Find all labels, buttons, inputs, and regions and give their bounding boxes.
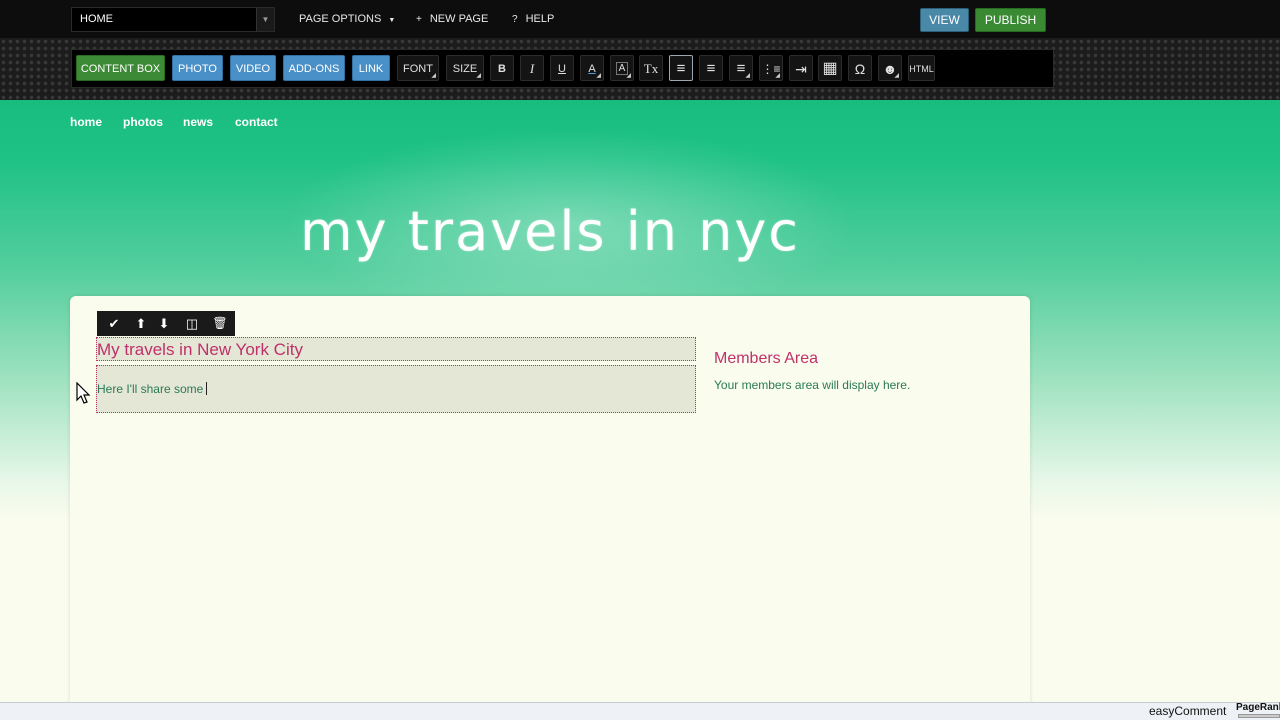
bullet-list-icon[interactable]: ⋮≡ ◢ xyxy=(759,55,783,81)
text-color-icon[interactable]: A ◢ xyxy=(580,55,604,81)
pagerank-bar xyxy=(1238,714,1280,718)
view-button[interactable]: VIEW xyxy=(920,8,969,32)
content-box-button[interactable]: CONTENT BOX xyxy=(76,55,165,81)
page-select[interactable]: HOME ▼ xyxy=(71,7,275,32)
font-label: FONT xyxy=(403,63,433,75)
paragraph-text: Here I'll share some xyxy=(97,382,204,396)
nav-news[interactable]: news xyxy=(183,115,213,129)
align-left-icon[interactable]: ≡ xyxy=(669,55,693,81)
size-dropdown[interactable]: SIZE ◢ xyxy=(446,55,484,81)
new-page-label: NEW PAGE xyxy=(429,13,489,25)
video-button[interactable]: VIDEO xyxy=(230,55,276,81)
emoticon-icon[interactable]: ☻ ◢ xyxy=(878,55,902,81)
move-up-icon[interactable]: ⬆ xyxy=(131,315,151,332)
publish-button[interactable]: PUBLISH xyxy=(975,8,1046,32)
page-options-label: PAGE OPTIONS xyxy=(299,13,382,25)
plus-icon: + xyxy=(416,14,422,25)
underline-icon[interactable]: U xyxy=(550,55,574,81)
table-icon[interactable]: ▦ xyxy=(818,55,842,81)
caret-icon: ◢ xyxy=(596,73,601,79)
page-select-value: HOME xyxy=(80,13,113,25)
trash-icon[interactable]: 🗑 xyxy=(210,315,230,332)
align-right-icon[interactable]: ≡ ◢ xyxy=(729,55,753,81)
browser-status-bar xyxy=(0,702,1280,720)
mouse-pointer-icon xyxy=(76,382,91,404)
question-icon: ? xyxy=(512,14,518,25)
font-dropdown[interactable]: FONT ◢ xyxy=(397,55,439,81)
italic-icon[interactable]: I xyxy=(520,55,544,81)
photo-button[interactable]: PHOTO xyxy=(172,55,223,81)
caret-icon: ◢ xyxy=(745,73,750,79)
text-color-label: A xyxy=(588,63,596,75)
nav-home[interactable]: home xyxy=(70,115,102,129)
page-options-menu[interactable]: PAGE OPTIONS ▼ xyxy=(299,13,395,25)
nav-contact[interactable]: contact xyxy=(235,115,278,129)
caret-icon: ◢ xyxy=(431,73,436,79)
align-center-icon[interactable]: ≡ xyxy=(699,55,723,81)
clear-format-icon[interactable]: Tx xyxy=(639,55,663,81)
chevron-down-icon: ▼ xyxy=(388,17,396,24)
chevron-down-icon: ▼ xyxy=(256,8,274,31)
addons-button[interactable]: ADD-ONS xyxy=(283,55,345,81)
caret-icon: ◢ xyxy=(626,73,631,79)
caret-icon: ◢ xyxy=(894,73,899,79)
element-toolbar: ✔ ⬆ ⬇ ◫ 🗑 xyxy=(97,311,235,336)
help-button[interactable]: ? HELP xyxy=(512,13,554,25)
text-cursor xyxy=(206,382,208,395)
bold-icon[interactable]: B xyxy=(490,55,514,81)
special-char-icon[interactable]: Ω xyxy=(848,55,872,81)
caret-icon: ◢ xyxy=(476,73,481,79)
align-right-glyph: ≡ xyxy=(736,60,746,77)
background-color-icon[interactable]: A ◢ xyxy=(610,55,634,81)
html-button[interactable]: HTML xyxy=(908,55,935,81)
content-title[interactable]: My travels in New York City xyxy=(97,340,303,360)
content-paragraph[interactable]: Here I'll share some xyxy=(97,382,208,396)
help-label: HELP xyxy=(525,13,555,25)
members-area-title: Members Area xyxy=(714,350,819,367)
easy-comment-label[interactable]: easyComment xyxy=(1149,704,1226,718)
pagerank-label: PageRank xyxy=(1236,702,1280,713)
indent-icon[interactable]: ⇥ xyxy=(789,55,813,81)
site-title[interactable]: my travels in nyc xyxy=(200,200,900,263)
link-button[interactable]: LINK xyxy=(352,55,390,81)
new-page-button[interactable]: + NEW PAGE xyxy=(416,13,488,25)
caret-icon: ◢ xyxy=(775,73,780,79)
members-area-text: Your members area will display here. xyxy=(714,378,911,392)
columns-icon[interactable]: ◫ xyxy=(182,315,202,332)
check-icon[interactable]: ✔ xyxy=(104,315,124,332)
nav-photos[interactable]: photos xyxy=(123,115,163,129)
move-down-icon[interactable]: ⬇ xyxy=(154,315,174,332)
size-label: SIZE xyxy=(452,63,478,75)
